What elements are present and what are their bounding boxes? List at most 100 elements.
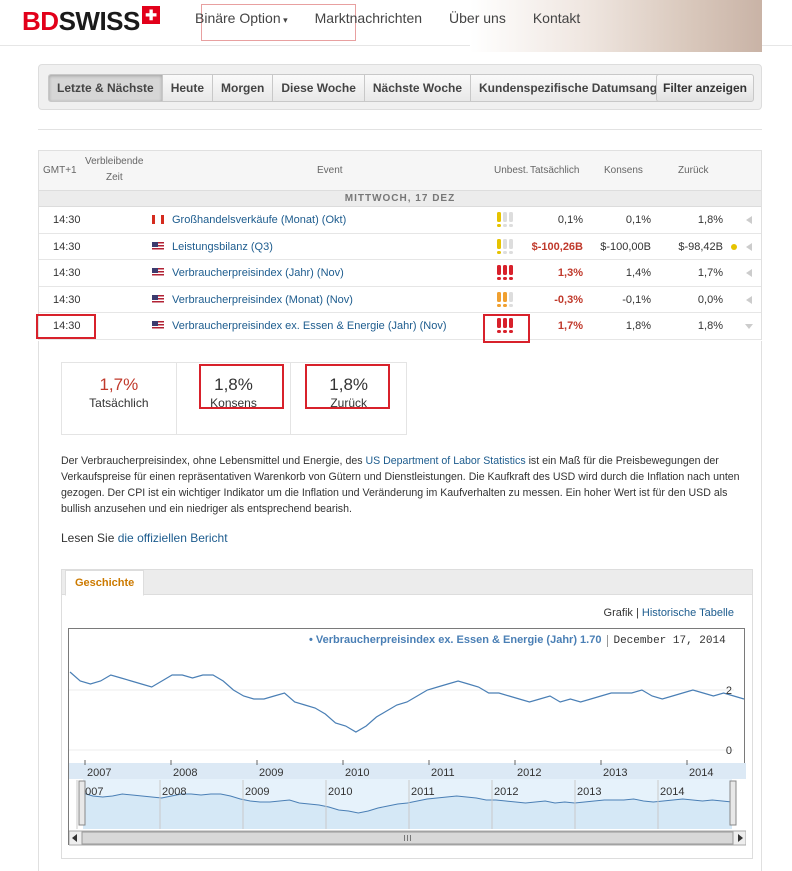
bls-link[interactable]: US Department of Labor Statistics bbox=[365, 455, 525, 467]
tab-today[interactable]: Heute bbox=[163, 75, 214, 101]
actual-label: Tatsächlich bbox=[89, 396, 149, 410]
col-event: Event bbox=[317, 165, 343, 176]
navigator-right-handle[interactable] bbox=[729, 780, 737, 826]
table-header: GMT+1 Verbleibende Zeit Event Unbest. Ta… bbox=[39, 151, 761, 191]
x-tick-label: 2008 bbox=[173, 767, 197, 779]
consensus-cell: $-100,00B bbox=[600, 240, 651, 253]
consensus-cell: 0,1% bbox=[625, 214, 651, 226]
y-tick-label: 0 bbox=[726, 745, 732, 757]
impact-icon bbox=[497, 291, 517, 307]
legend-series-name: Verbraucherpreisindex ex. Essen & Energi… bbox=[315, 634, 577, 646]
consensus-cell: -0,1% bbox=[622, 293, 651, 306]
actual-value: 1,7% bbox=[99, 375, 139, 394]
chart-svg: 202007 2008 2009 2010 2011 2012 2013 20142007 20… bbox=[69, 671, 746, 846]
us-flag-icon bbox=[152, 294, 164, 304]
navigator-year-label: 2012 bbox=[494, 786, 518, 798]
official-report-link[interactable]: die offiziellen Bericht bbox=[118, 531, 228, 545]
x-axis-band bbox=[69, 763, 746, 779]
table-row[interactable]: 14:30 Verbraucherpreisindex (Jahr) (Nov) 1… bbox=[39, 260, 761, 287]
previous-cell: $-98,42B bbox=[678, 240, 723, 253]
table-row[interactable]: 14:30 Leistungsbilanz (Q3) $-100,26B $-100,… bbox=[39, 234, 761, 260]
previous-cell: 1,7% bbox=[697, 267, 723, 279]
expand-left-icon[interactable] bbox=[745, 295, 753, 305]
x-tick-label: 2009 bbox=[259, 767, 283, 779]
date-filter-bar: Letzte & Nächste Heute Morgen Diese Woch… bbox=[38, 64, 762, 110]
col-unbest: Unbest. bbox=[494, 165, 529, 176]
main-nav: Binäre Option ▾ Marktnachrichten Über un… bbox=[195, 0, 607, 36]
x-tick-label: 2014 bbox=[689, 767, 713, 779]
logo-text-bd: BD bbox=[22, 5, 59, 36]
nav-market-news[interactable]: Marktnachrichten bbox=[315, 10, 422, 26]
navigator-left-handle[interactable] bbox=[78, 780, 86, 826]
event-name-link[interactable]: Verbraucherpreisindex (Monat) (Nov) bbox=[172, 294, 353, 306]
nav-binary-options[interactable]: Binäre Option ▾ bbox=[195, 10, 288, 26]
site-header: BD SWISS ✚ Binäre Option ▾ Marktnachrichte… bbox=[0, 0, 792, 52]
event-name-link[interactable]: Großhandelsverkäufe (Monat) (Okt) bbox=[172, 214, 346, 226]
caret-down-icon: ▾ bbox=[280, 15, 288, 25]
x-tick-label: 2011 bbox=[431, 767, 455, 779]
legend-value: 1.70 bbox=[580, 634, 602, 646]
actual-cell: $-100,26B bbox=[531, 240, 583, 253]
history-chart[interactable]: 2 0 2007 2008 2009 2010 2011 2012 2013 2014 2007 20… bbox=[68, 628, 746, 846]
event-name-link[interactable]: Verbraucherpreisindex ex. Essen & Energi… bbox=[172, 320, 447, 332]
highlight-impact bbox=[483, 314, 530, 343]
logo-text-swiss: SWISS bbox=[58, 5, 141, 36]
table-row[interactable]: 14:30 Verbraucherpreisindex (Monat) (Nov)… bbox=[39, 287, 761, 313]
desc-text-start: Der Verbraucherpreisindex, ohne Lebensmi… bbox=[61, 455, 366, 467]
actual-cell: 1,3% bbox=[557, 267, 583, 279]
expand-left-icon[interactable] bbox=[745, 215, 753, 225]
revision-dot-icon bbox=[731, 243, 737, 250]
brand-logo[interactable]: BD SWISS ✚ bbox=[22, 6, 160, 36]
history-tabs: Geschichte bbox=[62, 570, 752, 596]
us-flag-icon bbox=[152, 268, 164, 277]
navigator-year-label: 2014 bbox=[660, 786, 684, 798]
tab-tomorrow[interactable]: Morgen bbox=[213, 75, 274, 101]
consensus-cell: 1,8% bbox=[625, 320, 651, 332]
col-actual: Tatsächlich bbox=[530, 165, 580, 176]
tab-next-week[interactable]: Nächste Woche bbox=[365, 75, 472, 101]
x-tick-label: 2007 bbox=[87, 767, 111, 779]
event-time: 14:30 bbox=[53, 214, 81, 226]
tab-history[interactable]: Geschichte bbox=[65, 570, 145, 596]
read-report-prefix: Lesen Sie bbox=[61, 531, 118, 545]
expand-left-icon[interactable] bbox=[745, 268, 753, 278]
tab-recent-next[interactable]: Letzte & Nächste bbox=[49, 75, 163, 101]
event-name-link[interactable]: Verbraucherpreisindex (Jahr) (Nov) bbox=[172, 267, 344, 279]
view-separator: | bbox=[635, 607, 639, 619]
highlight-time bbox=[36, 314, 96, 339]
grafik-label[interactable]: Grafik bbox=[604, 607, 633, 619]
actual-cell: 0,1% bbox=[557, 214, 583, 226]
actual-cell: 1,7% bbox=[557, 320, 583, 332]
nav-about[interactable]: Über uns bbox=[449, 10, 506, 26]
us-flag-icon bbox=[152, 321, 164, 330]
event-rows: 14:30 Großhandelsverkäufe (Monat) (Okt) 0,… bbox=[39, 207, 761, 340]
show-filter-button[interactable]: Filter anzeigen bbox=[656, 74, 754, 102]
table-row[interactable]: 14:30 Verbraucherpreisindex ex. Essen & E… bbox=[39, 313, 761, 340]
x-tick-label: 2010 bbox=[345, 767, 369, 779]
consensus-cell: 1,4% bbox=[625, 267, 651, 279]
impact-icon bbox=[497, 238, 517, 254]
tab-this-week[interactable]: Diese Woche bbox=[273, 75, 365, 101]
read-report-line: Lesen Sie die offiziellen Bericht bbox=[61, 531, 228, 545]
previous-cell: 0,0% bbox=[697, 293, 723, 306]
navigator-year-label: 2011 bbox=[411, 786, 435, 798]
col-timezone: GMT+1 bbox=[43, 165, 77, 176]
divider bbox=[38, 129, 762, 130]
day-separator: MITTWOCH, 17 DEZ bbox=[39, 191, 761, 207]
swiss-cross-icon: ✚ bbox=[141, 6, 160, 24]
col-previous: Zurück bbox=[678, 165, 709, 176]
expand-down-icon[interactable] bbox=[745, 321, 753, 331]
series-line bbox=[69, 671, 745, 733]
event-time: 14:30 bbox=[53, 240, 81, 253]
us-flag-icon bbox=[152, 241, 164, 251]
nav-label: Binäre Option bbox=[195, 10, 281, 26]
col-consensus: Konsens bbox=[604, 165, 643, 176]
expand-left-icon[interactable] bbox=[745, 242, 753, 252]
nav-contact[interactable]: Kontakt bbox=[533, 10, 580, 26]
event-name-link[interactable]: Leistungsbilanz (Q3) bbox=[172, 241, 273, 253]
impact-icon bbox=[497, 212, 517, 227]
navigator-year-label: 2008 bbox=[162, 786, 186, 798]
historical-table-link[interactable]: Historische Tabelle bbox=[642, 607, 734, 619]
table-row[interactable]: 14:30 Großhandelsverkäufe (Monat) (Okt) 0,… bbox=[39, 207, 761, 234]
event-time: 14:30 bbox=[53, 267, 81, 279]
